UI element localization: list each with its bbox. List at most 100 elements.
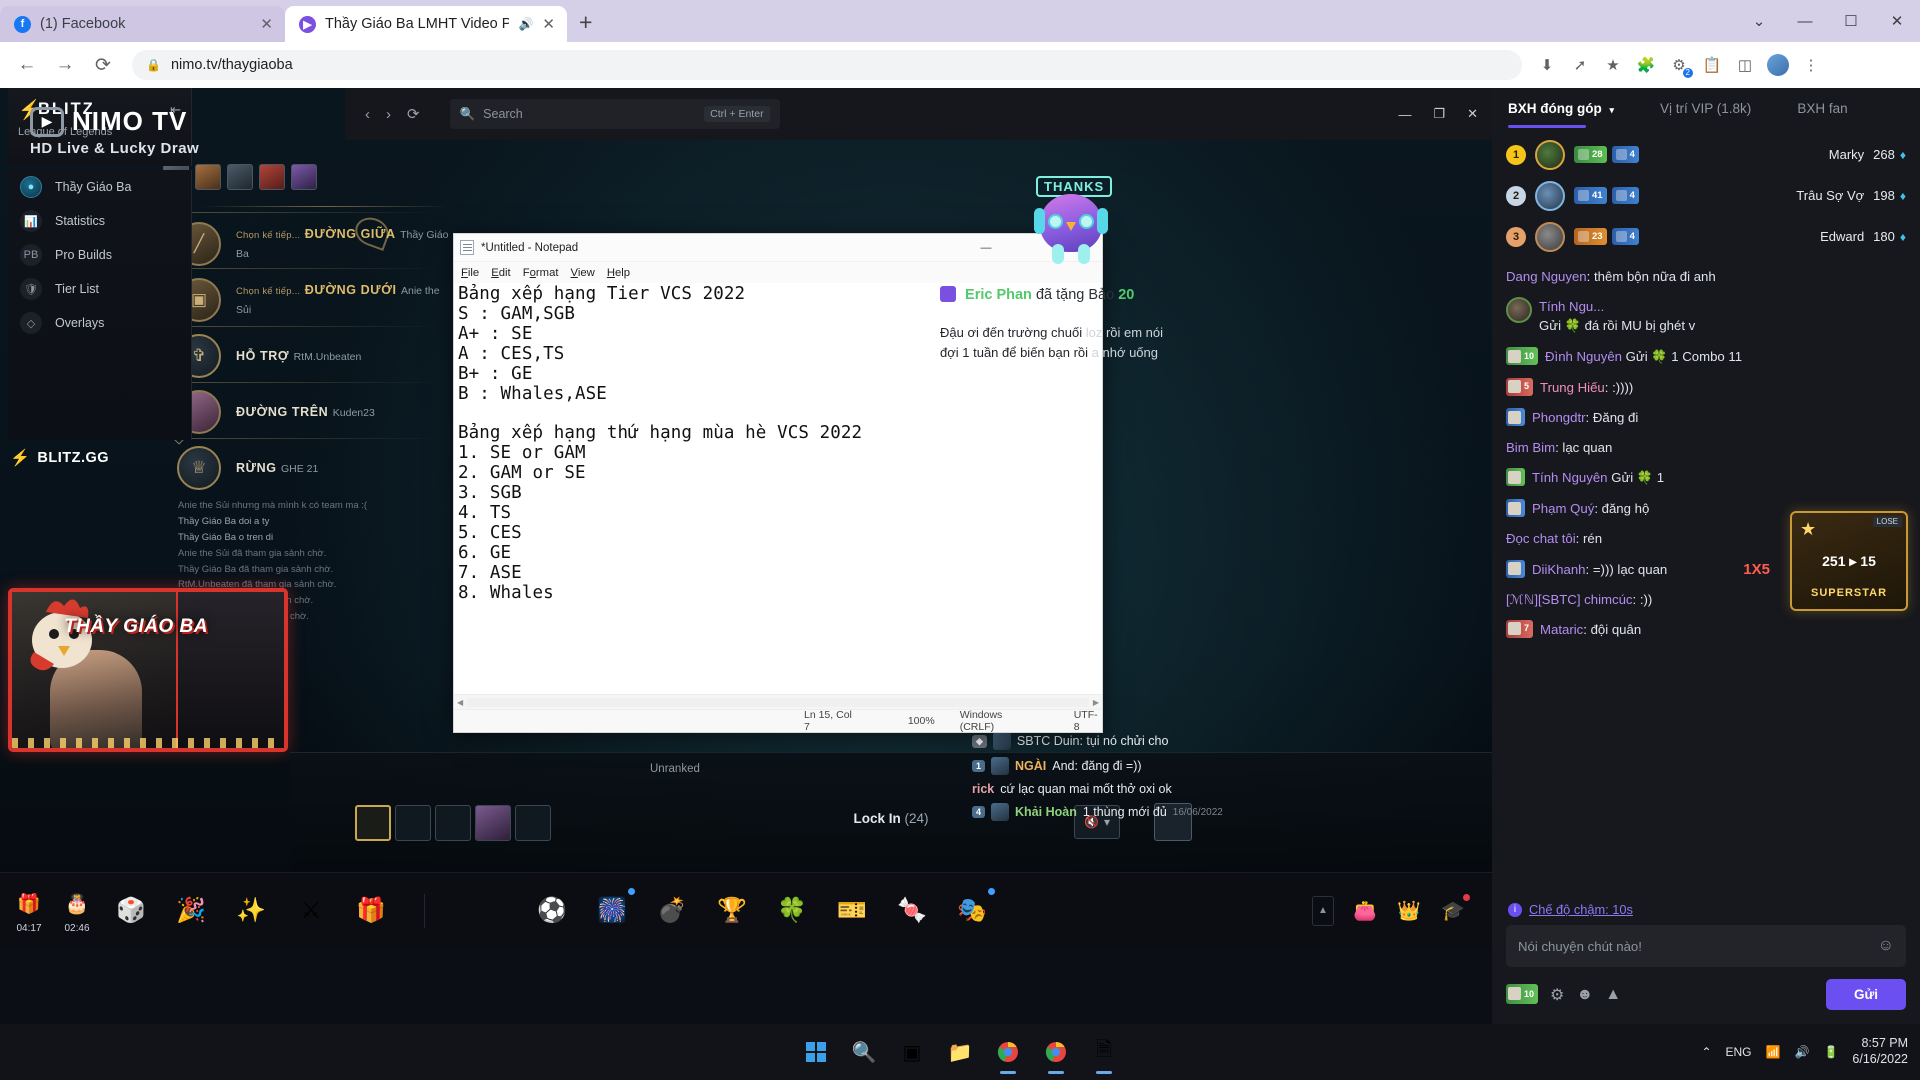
menu-help[interactable]: Help bbox=[607, 267, 630, 279]
gift-shop-icon[interactable]: 🎓 bbox=[1436, 892, 1471, 928]
chevron-up-icon[interactable]: ▲ bbox=[1312, 895, 1334, 926]
leaderboard-row[interactable]: 2 41 4 Trâu Sợ Vợ 198 ♦ bbox=[1506, 175, 1906, 216]
minimize-button[interactable]: — bbox=[1398, 107, 1411, 122]
menu-format[interactable]: Format bbox=[523, 267, 559, 279]
line-ending[interactable]: Windows (CRLF) bbox=[960, 709, 1036, 733]
crossed-icon[interactable]: ⚔ bbox=[288, 888, 334, 934]
encoding[interactable]: UTF-8 bbox=[1074, 709, 1102, 733]
scroll-thumb[interactable] bbox=[467, 697, 1089, 707]
champion-slot[interactable] bbox=[355, 805, 391, 841]
clover-icon[interactable]: 🍀 bbox=[769, 888, 815, 934]
address-bar[interactable]: 🔒 nimo.tv/thaygiaoba bbox=[132, 50, 1522, 80]
search-input[interactable]: 🔍 Search Ctrl + Enter bbox=[449, 99, 780, 129]
leaderboard-row[interactable]: 3 23 4 Edward 180 ♦ bbox=[1506, 216, 1906, 257]
sidebar-item-tier-list[interactable]: 🛡 Tier List bbox=[8, 272, 191, 306]
menu-icon[interactable]: ⋮ bbox=[1796, 50, 1826, 80]
minimize-button[interactable]: — bbox=[1782, 0, 1828, 42]
tab-search-icon[interactable]: ⌄ bbox=[1736, 0, 1782, 42]
champion-slot[interactable] bbox=[515, 805, 551, 841]
menu-file[interactable]: FFileile bbox=[461, 267, 479, 279]
leaderboard-row[interactable]: 1 28 4 Marky 268 ♦ bbox=[1506, 134, 1906, 175]
pick-row-top[interactable]: ĐƯỜNG TRÊN Kuden23 bbox=[163, 384, 453, 440]
audio-playing-icon[interactable]: 🔊 bbox=[518, 17, 533, 31]
streamer-facecam[interactable]: THẦY GIÁO BA bbox=[8, 588, 288, 752]
menu-edit[interactable]: Edit bbox=[491, 267, 510, 279]
minimize-button[interactable]: — bbox=[964, 234, 1008, 262]
pick-row-bot[interactable]: ▣ Chọn kế tiếp... ĐƯỜNG DƯỚI Anie the Sủ… bbox=[163, 272, 453, 328]
sidebar-item-overlays[interactable]: ◇ Overlays bbox=[8, 306, 191, 340]
tab-bxh-dong-gop[interactable]: BXH đóng góp ▾ bbox=[1508, 101, 1614, 116]
reload-button[interactable]: ⟳ bbox=[86, 48, 120, 82]
chrome-icon[interactable] bbox=[991, 1035, 1025, 1069]
bookmark-star-icon[interactable]: ★ bbox=[1598, 50, 1628, 80]
top-icon[interactable]: ▲ bbox=[1605, 986, 1621, 1004]
champion-slot[interactable] bbox=[475, 805, 511, 841]
soccer-ball-icon[interactable]: ⚽ bbox=[529, 888, 575, 934]
language-indicator[interactable]: ENG bbox=[1726, 1045, 1752, 1059]
dice-icon[interactable]: 🎲 bbox=[108, 888, 154, 934]
trophy-icon[interactable]: 🏆 bbox=[709, 888, 755, 934]
next-button[interactable]: › bbox=[386, 106, 391, 123]
notepad-titlebar[interactable]: *Untitled - Notepad — ❐ ✕ bbox=[454, 234, 1102, 262]
send-button[interactable]: Gửi bbox=[1825, 979, 1906, 1010]
close-button[interactable]: ✕ bbox=[1874, 0, 1920, 42]
share-icon[interactable]: ➚ bbox=[1565, 50, 1595, 80]
close-button[interactable]: ✕ bbox=[1467, 106, 1478, 122]
browser-tab-facebook[interactable]: f (1) Facebook ✕ bbox=[0, 6, 285, 42]
maximize-button[interactable]: ❐ bbox=[1433, 106, 1445, 122]
chat-message-list[interactable]: Dang Nguyen: thêm bộn nữa đi anh Tính Ng… bbox=[1492, 261, 1920, 896]
scroll-left-arrow[interactable]: ◀ bbox=[457, 698, 463, 707]
bomb-icon[interactable]: 💣 bbox=[649, 888, 695, 934]
lock-in-button[interactable]: Lock In (24) bbox=[853, 811, 928, 826]
close-icon[interactable]: ✕ bbox=[542, 15, 555, 33]
battery-icon[interactable]: 🔋 bbox=[1823, 1045, 1838, 1059]
volume-icon[interactable]: 🔊 bbox=[1794, 1045, 1809, 1059]
settings-gear-icon[interactable]: ⚙ bbox=[1550, 985, 1564, 1005]
team-avatar[interactable] bbox=[259, 164, 285, 190]
team-avatar[interactable] bbox=[291, 164, 317, 190]
extensions-icon[interactable]: ⚙ 2 bbox=[1664, 50, 1694, 80]
gift-icon[interactable]: 🎁 bbox=[348, 888, 394, 934]
mask-icon[interactable]: 🎭 bbox=[949, 886, 996, 934]
slow-mode-label[interactable]: Chế độ chậm: 10s bbox=[1529, 902, 1633, 917]
chrome-active-icon[interactable] bbox=[1039, 1035, 1073, 1069]
crown-icon[interactable]: 👑 bbox=[1392, 894, 1426, 928]
team-avatar[interactable] bbox=[227, 164, 253, 190]
prev-button[interactable]: ‹ bbox=[365, 106, 370, 123]
reading-list-icon[interactable]: 📋 bbox=[1697, 50, 1727, 80]
new-tab-button[interactable]: + bbox=[579, 9, 592, 36]
sidebar-item-statistics[interactable]: 📊 Statistics bbox=[8, 204, 191, 238]
zoom-level[interactable]: 100% bbox=[908, 715, 935, 727]
pick-row-mid[interactable]: ╱ Chọn kế tiếp... ĐƯỜNG GIỮA Thầy Giáo B… bbox=[163, 216, 453, 272]
team-avatar[interactable] bbox=[195, 164, 221, 190]
notepad-taskbar-icon[interactable]: 🗎 bbox=[1087, 1035, 1121, 1069]
menu-view[interactable]: View bbox=[571, 267, 595, 279]
forward-button[interactable]: → bbox=[48, 48, 82, 82]
tray-chevron-icon[interactable]: ⌃ bbox=[1701, 1045, 1711, 1059]
horizontal-scrollbar[interactable]: ◀ ▶ bbox=[454, 694, 1102, 709]
tab-vi-tri-vip[interactable]: Vị trí VIP (1.8k) bbox=[1660, 101, 1751, 116]
level-badge-icon[interactable]: 10 bbox=[1506, 983, 1539, 1006]
pick-row-support[interactable]: ✞ HỖ TRỢ RtM.Unbeaten bbox=[163, 328, 453, 384]
download-icon[interactable]: ⬇ bbox=[1532, 50, 1562, 80]
candy-icon[interactable]: 🍬 bbox=[889, 888, 935, 934]
refresh-button[interactable]: ⟳ bbox=[407, 105, 420, 123]
emoji-icon[interactable]: ☺ bbox=[1878, 937, 1894, 955]
tab-bxh-fan[interactable]: BXH fan bbox=[1797, 101, 1847, 116]
confetti-icon[interactable]: 🎉 bbox=[168, 888, 214, 934]
back-button[interactable]: ← bbox=[10, 48, 44, 82]
wifi-icon[interactable]: 📶 bbox=[1766, 1045, 1781, 1059]
champion-slot[interactable] bbox=[435, 805, 471, 841]
task-view-icon[interactable]: ▣ bbox=[895, 1035, 929, 1069]
maximize-button[interactable]: ☐ bbox=[1828, 0, 1874, 42]
champion-slot[interactable] bbox=[395, 805, 431, 841]
ticket-icon[interactable]: 🎫 bbox=[829, 888, 875, 934]
pick-row-jungle[interactable]: ♕ RỪNG GHE 21 bbox=[163, 440, 453, 496]
clock[interactable]: 8:57 PM 6/16/2022 bbox=[1852, 1036, 1908, 1067]
close-icon[interactable]: ✕ bbox=[260, 15, 273, 33]
sparkles-icon[interactable]: ✨ bbox=[228, 888, 274, 934]
profile-avatar[interactable] bbox=[1763, 50, 1793, 80]
treasure-chest-timer[interactable]: 🎁 04:17 bbox=[12, 887, 46, 934]
gift-box-icon[interactable]: 🎂 bbox=[60, 887, 94, 921]
gift-box-timer[interactable]: 🎂 02:46 bbox=[60, 887, 94, 934]
